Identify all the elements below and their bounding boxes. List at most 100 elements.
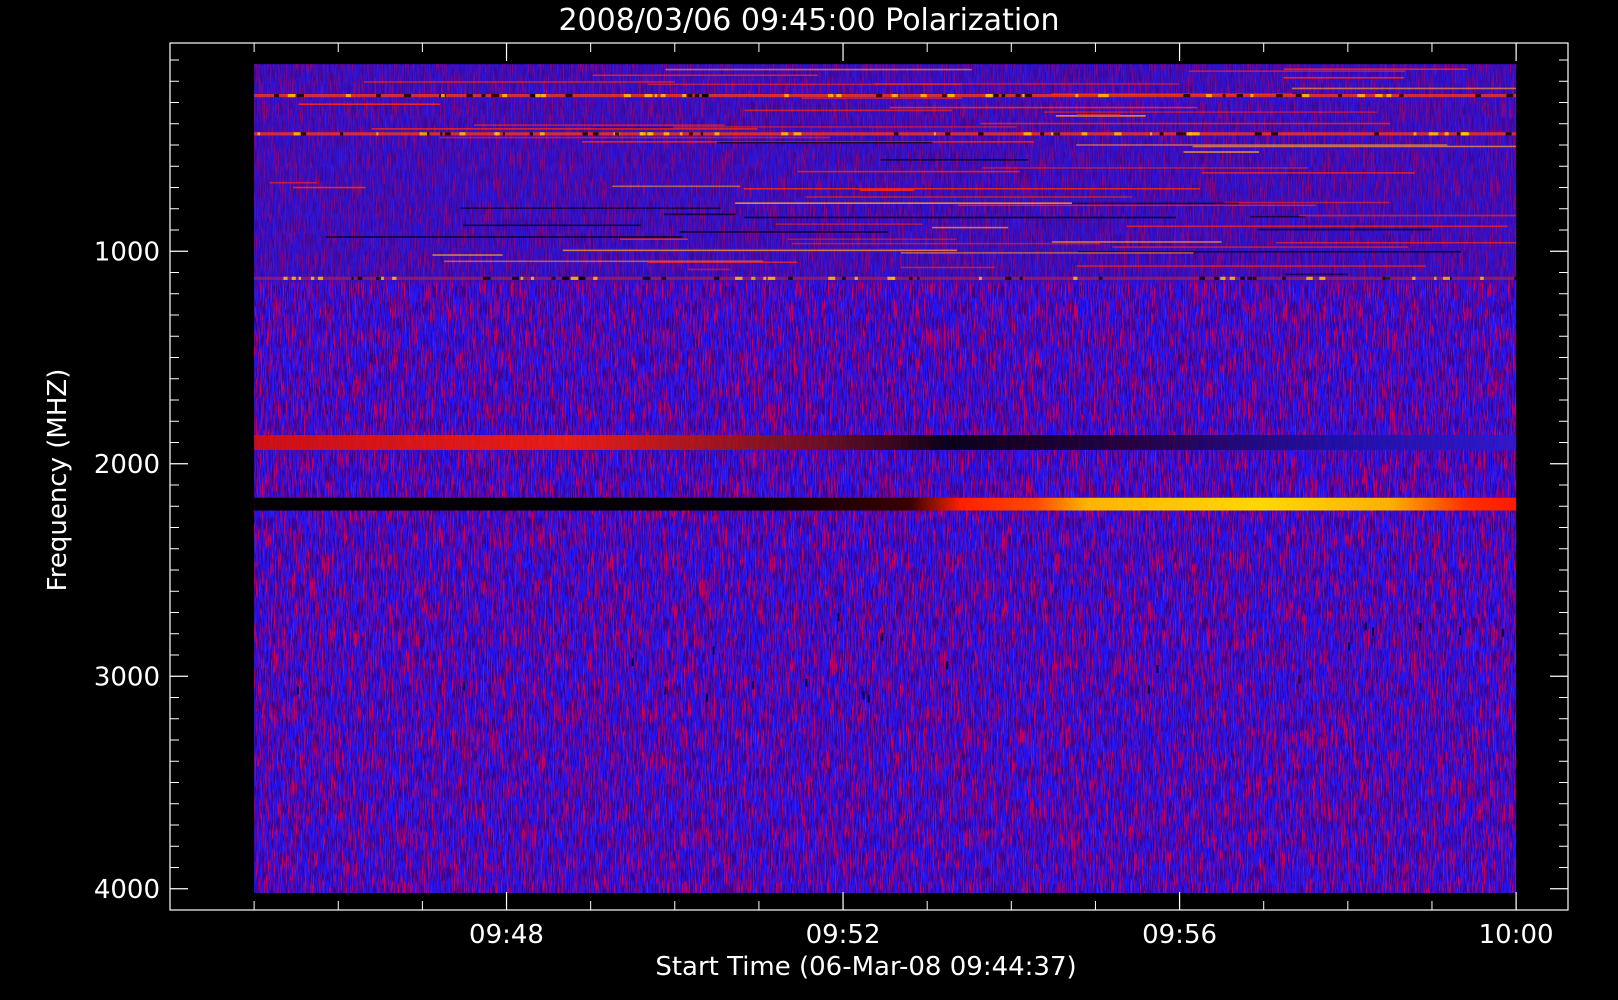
interference-speck [1098, 94, 1103, 98]
interference-speck [1040, 132, 1045, 136]
noise-streak [363, 81, 675, 83]
interference-speck [1374, 132, 1379, 136]
interference-speck [392, 276, 397, 280]
interference-speck [854, 276, 858, 280]
interference-speck [1183, 132, 1186, 136]
interference-speck [1295, 94, 1302, 98]
interference-speck [986, 94, 994, 98]
interference-speck [317, 276, 324, 280]
interference-speck [530, 276, 535, 280]
interference-speck [767, 276, 776, 280]
spectrogram-figure: 2008/03/06 09:45:00 Polarization 09:48 09… [43, 3, 1569, 982]
noise-streak [1076, 265, 1426, 267]
interference-speck [1186, 132, 1192, 136]
band-2190 [254, 497, 1517, 511]
interference-speck [1319, 276, 1326, 280]
interference-line [254, 276, 1517, 280]
noise-streak [787, 238, 957, 241]
interference-speck [466, 94, 473, 98]
interference-speck [661, 276, 667, 280]
interference-speck [376, 276, 381, 280]
interference-speck [1236, 94, 1244, 98]
interference-speck [570, 276, 579, 280]
speck [1501, 628, 1504, 637]
interference-speck [891, 94, 899, 98]
noise-streak [1192, 145, 1517, 148]
interference-speck [440, 132, 443, 136]
speck [1147, 685, 1150, 694]
interference-speck [296, 94, 304, 98]
interference-speck [283, 276, 288, 280]
interference-speck [1338, 94, 1342, 98]
interference-speck [293, 132, 301, 136]
noise-streak [880, 158, 1029, 161]
interference-speck [660, 94, 666, 98]
noise-streak [1291, 87, 1517, 90]
interference-speck [1005, 276, 1012, 280]
noise-streak [673, 126, 1017, 128]
interference-speck [828, 276, 836, 280]
noise-streak [432, 254, 503, 256]
noise-streak [687, 268, 731, 271]
interference-speck [1480, 276, 1484, 280]
speck [1372, 627, 1375, 636]
interference-speck [419, 132, 427, 136]
interference-speck [287, 94, 296, 98]
speck [1459, 627, 1462, 636]
noise-streak [663, 213, 736, 216]
interference-speck [1255, 132, 1262, 136]
noise-streak [473, 124, 725, 126]
noise-streak [592, 74, 818, 77]
interference-speck [842, 276, 846, 280]
noise-streak [292, 186, 366, 189]
interference-speck [593, 276, 598, 280]
speck [1156, 665, 1159, 674]
y-tick-label: 1000 [94, 237, 160, 267]
interference-speck [1102, 94, 1109, 98]
interference-speck [310, 276, 315, 280]
interference-speck [644, 94, 653, 98]
noise-streak [1183, 151, 1260, 153]
noise-streak [620, 238, 688, 241]
interference-speck [1306, 276, 1313, 280]
interference-speck [1019, 276, 1023, 280]
interference-speck [700, 132, 704, 136]
noise-streak [805, 196, 1133, 198]
interference-speck [481, 94, 486, 98]
interference-speck [714, 132, 720, 136]
interference-speck [1183, 94, 1191, 98]
interference-speck [1431, 132, 1439, 136]
noise-streak [463, 224, 641, 227]
interference-speck [1194, 132, 1200, 136]
interference-speck [1023, 132, 1032, 136]
interference-speck [582, 132, 588, 136]
noise-streak [325, 236, 683, 238]
noise-streak [775, 223, 923, 225]
noise-streak [860, 189, 914, 192]
noise-streak [679, 231, 889, 233]
interference-speck [947, 94, 955, 98]
speck [631, 658, 634, 667]
interference-speck [1271, 132, 1279, 136]
interference-speck [933, 132, 937, 136]
noise-streak [1276, 241, 1517, 244]
noise-streak [1257, 228, 1432, 231]
interference-speck [491, 94, 500, 98]
interference-speck [592, 132, 599, 136]
interference-speck [1302, 94, 1310, 98]
interference-speck [1199, 276, 1205, 280]
noise-streak [1051, 241, 1222, 243]
noise-streak [1043, 111, 1377, 113]
interference-speck [1098, 276, 1103, 280]
noise-streak [801, 97, 962, 100]
interference-speck [298, 276, 302, 280]
interference-speck [694, 94, 700, 98]
interference-speck [614, 132, 620, 136]
interference-speck [1214, 276, 1219, 280]
x-axis-label: Start Time (06-Mar-08 09:44:37) [655, 952, 1076, 982]
noise-streak [744, 109, 952, 112]
interference-speck [793, 132, 802, 136]
interference-speck [1460, 132, 1468, 136]
interference-speck [1222, 94, 1226, 98]
interference-speck [529, 132, 533, 136]
